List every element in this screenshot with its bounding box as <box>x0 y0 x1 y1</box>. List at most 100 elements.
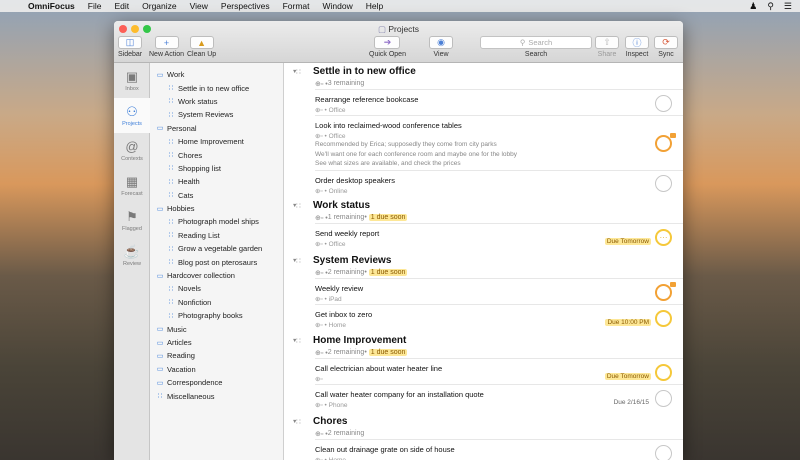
task-row[interactable]: Get inbox to zero ⊕▫ • Home Due 10:00 PM <box>315 304 683 330</box>
sidebar-item-settle-in-to-new-office[interactable]: ∷ Settle in to new office <box>150 81 283 94</box>
sidebar-item-miscellaneous[interactable]: ∷ Miscellaneous <box>150 389 283 402</box>
status-circle-checkbox[interactable] <box>655 389 672 407</box>
project-title[interactable]: Home Improvement <box>313 335 406 346</box>
perspective-review[interactable]: ☕ Review <box>114 238 150 273</box>
sidebar-item-vacation[interactable]: ▭ Vacation <box>150 363 283 376</box>
project-title[interactable]: System Reviews <box>313 255 391 266</box>
sidebar-item-reading[interactable]: ▭ Reading <box>150 349 283 362</box>
quick-open-button[interactable]: ➔ Quick Open <box>369 36 406 58</box>
broom-icon[interactable]: ▲ <box>189 36 214 49</box>
sidebar-item-articles[interactable]: ▭ Articles <box>150 336 283 349</box>
status-circle-checkbox[interactable] <box>655 94 672 112</box>
status-circle-checkbox[interactable] <box>655 175 672 192</box>
menu-view[interactable]: View <box>190 1 208 11</box>
sidebar-item-hobbies[interactable]: ▭ Hobbies <box>150 202 283 215</box>
project-type-icon[interactable]: ∷ <box>296 256 309 265</box>
task-row[interactable]: Call electrician about water heater line… <box>315 358 683 384</box>
task-context[interactable]: Office <box>329 107 346 114</box>
task-title[interactable]: Rearrange reference bookcase <box>315 95 683 104</box>
sidebar-item-novels[interactable]: ∷ Novels <box>150 282 283 295</box>
sidebar-item-reading-list[interactable]: ∷ Reading List <box>150 229 283 242</box>
share-button[interactable]: ⇧ Share <box>595 36 619 58</box>
task-title[interactable]: Call electrician about water heater line <box>315 364 683 373</box>
sidebar-item-blog-post-on-pterosaurs[interactable]: ∷ Blog post on pterosaurs <box>150 255 283 268</box>
project-type-icon[interactable]: ∷ <box>296 67 309 76</box>
perspective-contexts[interactable]: @ Contexts <box>114 133 150 168</box>
status-circle-checkbox[interactable] <box>655 444 672 460</box>
task-row[interactable]: Look into reclaimed-wood conference tabl… <box>315 115 683 170</box>
spotlight-search-icon[interactable]: ⚲ <box>767 1 774 12</box>
sidebar-button[interactable]: ◫ Sidebar <box>118 36 142 58</box>
sidebar-toggle-icon[interactable]: ◫ <box>118 36 143 49</box>
clean-up-button[interactable]: ▲ Clean Up <box>187 36 216 58</box>
view-button[interactable]: ◉ View <box>429 36 453 58</box>
list-icon[interactable]: ☰ <box>784 1 792 12</box>
sidebar-item-music[interactable]: ▭ Music <box>150 322 283 335</box>
sidebar-item-grow-a-vegetable-garden[interactable]: ∷ Grow a vegetable garden <box>150 242 283 255</box>
project-type-icon[interactable]: ∷ <box>296 417 309 426</box>
flag-icon[interactable] <box>670 132 676 138</box>
task-title[interactable]: Get inbox to zero <box>315 310 683 319</box>
share-icon[interactable]: ⇧ <box>595 36 619 49</box>
status-circle-checkbox[interactable] <box>655 309 672 327</box>
sidebar-item-correspondence[interactable]: ▭ Correspondence <box>150 376 283 389</box>
disclosure-triangle-icon[interactable]: ▼ <box>284 69 297 75</box>
project-title[interactable]: Chores <box>313 416 347 427</box>
task-row[interactable]: Rearrange reference bookcase ⊕▫ • Office <box>315 89 683 115</box>
task-title[interactable]: Send weekly report <box>315 229 683 238</box>
menu-app[interactable]: OmniFocus <box>28 1 75 11</box>
sidebar-item-photography-books[interactable]: ∷ Photography books <box>150 309 283 322</box>
info-icon[interactable]: ⓘ <box>625 36 649 49</box>
menu-window[interactable]: Window <box>323 1 353 11</box>
task-title[interactable]: Call water heater company for an install… <box>315 390 683 399</box>
sync-button[interactable]: ⟳ Sync <box>654 36 678 58</box>
status-circle-checkbox[interactable] <box>655 228 672 246</box>
task-context[interactable]: iPad <box>329 296 342 303</box>
task-row[interactable]: Order desktop speakers ⊕▫ • Online <box>315 169 683 196</box>
sidebar-item-photograph-model-ships[interactable]: ∷ Photograph model ships <box>150 215 283 228</box>
task-title[interactable]: Look into reclaimed-wood conference tabl… <box>315 121 683 130</box>
new-action-button[interactable]: + New Action <box>149 36 184 58</box>
sidebar-item-system-reviews[interactable]: ∷ System Reviews <box>150 108 283 121</box>
project-type-icon[interactable]: ∷ <box>296 201 309 210</box>
perspective-forecast[interactable]: ▦ Forecast <box>114 168 150 203</box>
disclosure-triangle-icon[interactable]: ▼ <box>284 258 297 264</box>
sidebar-item-health[interactable]: ∷ Health <box>150 175 283 188</box>
sidebar-item-hardcover-collection[interactable]: ▭ Hardcover collection <box>150 269 283 282</box>
menu-help[interactable]: Help <box>366 1 383 11</box>
perspective-flagged[interactable]: ⚑ Flagged <box>114 203 150 238</box>
menu-organize[interactable]: Organize <box>142 1 177 11</box>
task-context[interactable]: Phone <box>329 402 348 409</box>
disclosure-triangle-icon[interactable]: ▼ <box>284 338 297 344</box>
menu-format[interactable]: Format <box>283 1 310 11</box>
sidebar-item-shopping-list[interactable]: ∷ Shopping list <box>150 162 283 175</box>
task-context[interactable]: Online <box>329 188 348 195</box>
sidebar-item-cats[interactable]: ∷ Cats <box>150 189 283 202</box>
perspective-inbox[interactable]: ▣ Inbox <box>114 63 150 98</box>
menu-edit[interactable]: Edit <box>114 1 129 11</box>
task-row[interactable]: Weekly review ⊕▫ • iPad <box>315 278 683 304</box>
user-icon[interactable]: ♟ <box>749 1 757 12</box>
perspective-projects[interactable]: ⚇ Projects <box>114 98 150 133</box>
plus-icon[interactable]: + <box>154 36 179 49</box>
menu-file[interactable]: File <box>88 1 102 11</box>
project-title[interactable]: Work status <box>313 200 370 211</box>
menu-perspectives[interactable]: Perspectives <box>221 1 270 11</box>
disclosure-triangle-icon[interactable]: ▼ <box>284 419 297 425</box>
inspect-button[interactable]: ⓘ Inspect <box>625 36 649 58</box>
task-context[interactable]: Office <box>329 133 346 140</box>
sidebar-item-personal[interactable]: ▭ Personal <box>150 122 283 135</box>
task-row[interactable]: Call water heater company for an install… <box>315 384 683 410</box>
task-title[interactable]: Weekly review <box>315 284 683 293</box>
quick-open-arrow-icon[interactable]: ➔ <box>374 36 401 49</box>
task-context[interactable]: Office <box>329 241 346 248</box>
sidebar-item-nonfiction[interactable]: ∷ Nonfiction <box>150 296 283 309</box>
task-title[interactable]: Clean out drainage grate on side of hous… <box>315 445 683 454</box>
sync-icon[interactable]: ⟳ <box>654 36 678 49</box>
disclosure-triangle-icon[interactable]: ▼ <box>284 203 297 209</box>
sidebar-item-work-status[interactable]: ∷ Work status <box>150 95 283 108</box>
sidebar-item-home-improvement[interactable]: ∷ Home Improvement <box>150 135 283 148</box>
task-row[interactable]: Clean out drainage grate on side of hous… <box>315 439 683 460</box>
eye-icon[interactable]: ◉ <box>429 36 453 49</box>
flag-icon[interactable] <box>670 281 676 287</box>
